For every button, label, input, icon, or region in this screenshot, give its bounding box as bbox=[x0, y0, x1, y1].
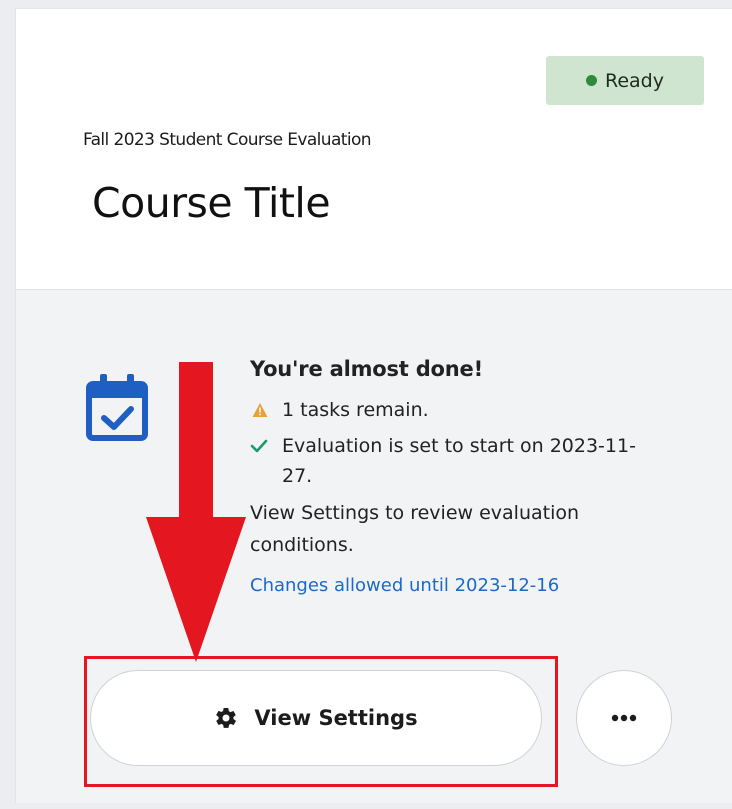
status-dot-icon bbox=[586, 75, 597, 86]
tasks-remaining-row: 1 tasks remain. bbox=[250, 395, 690, 425]
view-settings-button[interactable]: View Settings bbox=[90, 670, 542, 766]
settings-hint: View Settings to review evaluation condi… bbox=[250, 502, 580, 556]
more-options-button[interactable] bbox=[576, 670, 672, 766]
progress-info: You're almost done! 1 tasks remain. Eval… bbox=[250, 357, 690, 596]
annotation-arrow bbox=[146, 362, 246, 662]
changes-allowed-link[interactable]: Changes allowed until 2023-12-16 bbox=[250, 575, 559, 596]
check-icon bbox=[250, 439, 268, 453]
status-label: Ready bbox=[605, 69, 664, 92]
view-settings-label: View Settings bbox=[254, 706, 418, 730]
evaluation-name: Fall 2023 Student Course Evaluation bbox=[83, 130, 372, 150]
start-notice-row: Evaluation is set to start on 2023-11-27… bbox=[250, 431, 690, 491]
status-badge: Ready bbox=[546, 56, 704, 105]
tasks-remaining-text: 1 tasks remain. bbox=[282, 399, 429, 421]
course-title: Course Title bbox=[92, 179, 331, 227]
progress-heading: You're almost done! bbox=[250, 357, 483, 381]
gear-icon bbox=[216, 707, 237, 728]
calendar-check-icon bbox=[86, 374, 148, 441]
more-horizontal-icon bbox=[611, 714, 637, 722]
card-header: Ready Fall 2023 Student Course Evaluatio… bbox=[16, 9, 732, 290]
start-notice-text: Evaluation is set to start on 2023-11-27… bbox=[282, 435, 636, 487]
evaluation-card: Ready Fall 2023 Student Course Evaluatio… bbox=[15, 8, 732, 803]
warning-icon bbox=[252, 403, 268, 417]
